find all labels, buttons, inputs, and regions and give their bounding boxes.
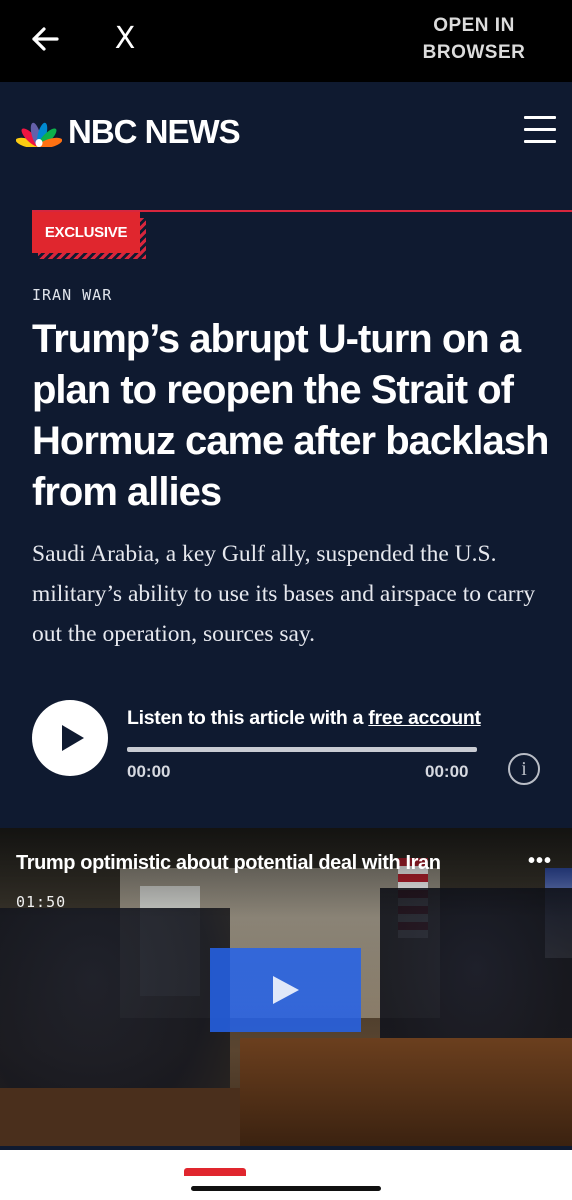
info-icon[interactable]: i	[508, 753, 540, 785]
site-header: NBC NEWS	[0, 82, 572, 182]
ad-tab-indicator	[184, 1168, 246, 1176]
duration-time: 00:00	[425, 762, 469, 781]
video-play-button[interactable]	[210, 948, 361, 1032]
article-headline: Trump’s abrupt U-turn on a plan to reope…	[32, 317, 549, 514]
back-arrow-icon[interactable]	[26, 20, 64, 58]
audio-play-button[interactable]	[32, 700, 108, 776]
audio-progress-bar[interactable]	[127, 747, 477, 752]
exclusive-badge-label: EXCLUSIVE	[32, 212, 140, 253]
home-indicator[interactable]	[191, 1186, 381, 1191]
listen-prompt-text: Listen to this article with a	[127, 707, 369, 729]
open-in-browser-button[interactable]: OPEN IN BROWSER	[404, 12, 544, 66]
listen-prompt: Listen to this article with a free accou…	[127, 707, 481, 730]
video-title: Trump optimistic about potential deal wi…	[16, 852, 441, 874]
video-player[interactable]: Trump optimistic about potential deal wi…	[0, 828, 572, 1146]
play-icon	[273, 976, 299, 1004]
article-kicker[interactable]: IRAN WAR	[32, 286, 112, 304]
play-icon	[62, 725, 84, 751]
audio-player: Listen to this article with a free accou…	[32, 700, 552, 790]
article-dek: Saudi Arabia, a key Gulf ally, suspended…	[32, 541, 536, 647]
free-account-link[interactable]: free account	[368, 707, 481, 729]
exclusive-badge: EXCLUSIVE	[32, 212, 146, 259]
nbc-news-logo[interactable]: NBC NEWS	[16, 112, 241, 152]
bottom-bar	[0, 1150, 572, 1200]
browser-bar: X OPEN IN BROWSER	[0, 0, 572, 82]
current-time: 00:00	[127, 762, 171, 781]
hamburger-menu-icon[interactable]	[524, 116, 556, 144]
close-button[interactable]: X	[108, 18, 142, 60]
more-options-icon[interactable]: •••	[528, 850, 552, 873]
peacock-icon	[16, 122, 62, 147]
video-frame-desk	[240, 1038, 572, 1146]
brand-name: NBC NEWS	[68, 113, 241, 150]
video-duration: 01:50	[16, 893, 67, 911]
